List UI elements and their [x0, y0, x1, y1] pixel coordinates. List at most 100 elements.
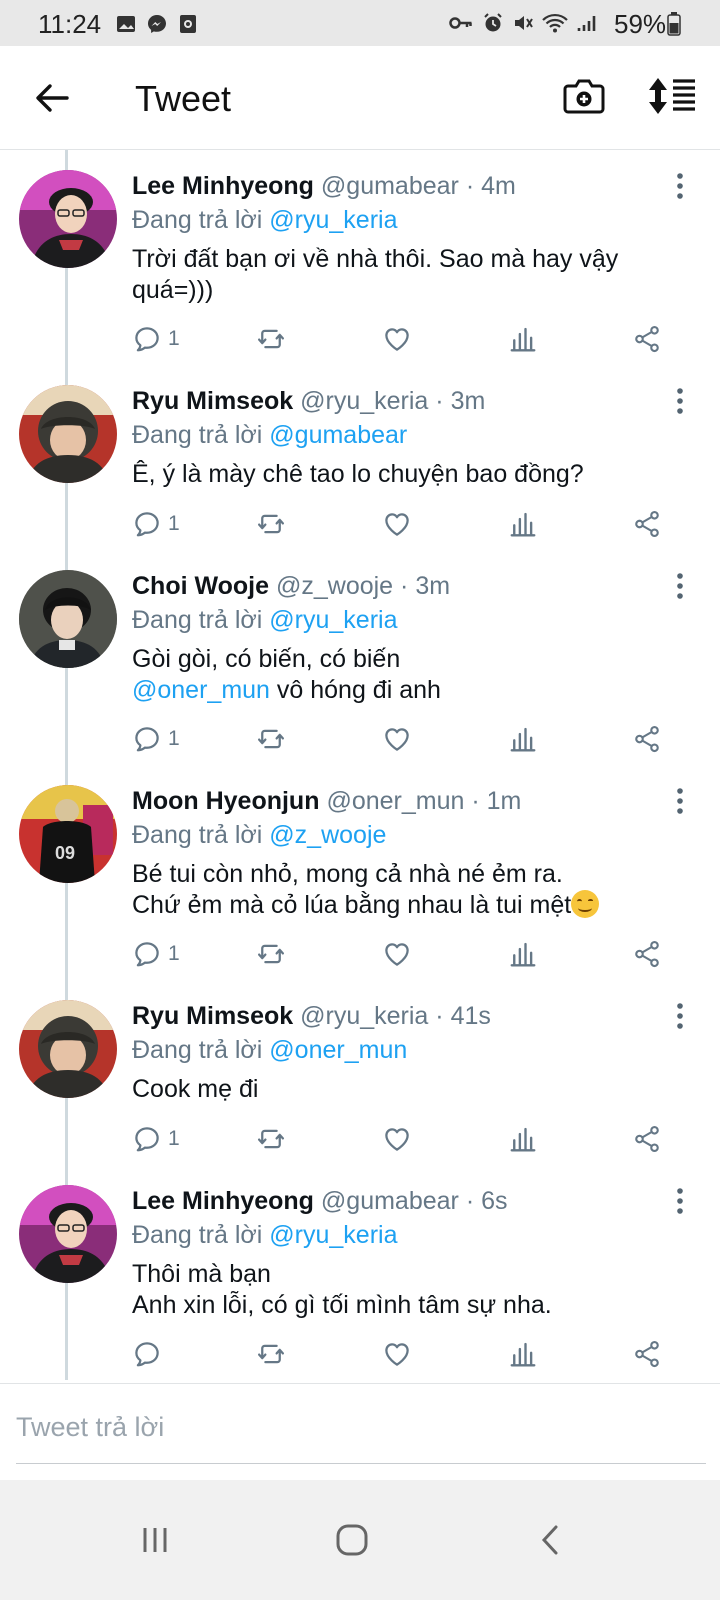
avatar[interactable] — [19, 170, 117, 268]
home-button[interactable] — [322, 1510, 382, 1570]
reply-button[interactable]: 1 — [132, 721, 180, 757]
like-button[interactable] — [382, 1336, 412, 1372]
stats-icon — [508, 939, 538, 969]
author-handle[interactable]: @z_wooje — [276, 572, 393, 600]
tweet-actions: 1 — [132, 321, 692, 357]
avatar[interactable] — [19, 385, 117, 483]
retweet-button[interactable] — [256, 1121, 286, 1157]
tweet-text-line: Gòi gòi, có biến, có biến — [132, 645, 401, 673]
reply-input[interactable] — [16, 1392, 706, 1464]
avatar[interactable] — [19, 1000, 117, 1098]
more-options-icon[interactable] — [668, 570, 692, 602]
camera-plus-icon[interactable] — [562, 74, 606, 118]
tweet-actions: 1 — [132, 506, 692, 542]
tweet[interactable]: Lee Minhyeong @gumabear · 6s Đang trả lờ… — [0, 1165, 720, 1380]
like-icon — [382, 324, 412, 354]
reply-to-mention[interactable]: @z_wooje — [269, 821, 386, 849]
share-button[interactable] — [632, 1336, 662, 1372]
retweet-button[interactable] — [256, 936, 286, 972]
status-time: 11:24 — [38, 9, 102, 39]
reply-button[interactable]: 1 — [132, 321, 180, 357]
tweet-text: Ê, ý là mày chê tao lo chuyện bao đồng? — [132, 460, 584, 488]
avatar[interactable]: 09 — [19, 785, 117, 883]
back-button[interactable] — [30, 76, 74, 120]
avatar[interactable] — [19, 570, 117, 668]
image-icon — [117, 16, 135, 32]
reply-to-mention[interactable]: @ryu_keria — [269, 1221, 397, 1249]
stats-button[interactable] — [508, 506, 538, 542]
retweet-button[interactable] — [256, 721, 286, 757]
reply-to-mention[interactable]: @oner_mun — [269, 1036, 407, 1064]
stats-button[interactable] — [508, 321, 538, 357]
reply-button[interactable]: 1 — [132, 936, 180, 972]
reply-to-mention[interactable]: @ryu_keria — [269, 606, 397, 634]
author-name[interactable]: Choi Wooje — [132, 572, 269, 600]
tweet-text-line: Chứ ẻm mà cỏ lúa bằng nhau là tui mệt — [132, 891, 572, 919]
author-name[interactable]: Lee Minhyeong — [132, 1187, 314, 1215]
share-button[interactable] — [632, 506, 662, 542]
author-handle[interactable]: @ryu_keria — [300, 387, 428, 415]
share-icon — [632, 939, 662, 969]
tweet[interactable]: 09 Moon Hyeonjun @oner_mun · 1m Đang trả… — [0, 765, 720, 980]
tweet[interactable]: Choi Wooje @z_wooje · 3m Đang trả lời @r… — [0, 550, 720, 765]
avatar[interactable] — [19, 1185, 117, 1283]
author-name[interactable]: Ryu Mimseok — [132, 1002, 293, 1030]
tweet[interactable]: Ryu Mimseok @ryu_keria · 3m Đang trả lời… — [0, 365, 720, 550]
stats-button[interactable] — [508, 936, 538, 972]
reply-to-label: Đang trả lời — [132, 821, 263, 849]
separator: · — [435, 387, 444, 415]
reply-button[interactable]: 1 — [132, 1121, 180, 1157]
reply-icon — [132, 1124, 162, 1154]
stats-button[interactable] — [508, 1336, 538, 1372]
like-button[interactable] — [382, 506, 412, 542]
author-handle[interactable]: @gumabear — [321, 1187, 459, 1215]
reply-button[interactable]: 1 — [132, 506, 180, 542]
author-name[interactable]: Ryu Mimseok — [132, 387, 293, 415]
retweet-icon — [256, 1124, 286, 1154]
reply-to-mention[interactable]: @gumabear — [269, 421, 407, 449]
retweet-button[interactable] — [256, 1336, 286, 1372]
share-button[interactable] — [632, 936, 662, 972]
battery-percent: 59% — [614, 9, 667, 39]
share-button[interactable] — [632, 1121, 662, 1157]
nav-back-button[interactable] — [520, 1510, 580, 1570]
reply-to: Đang trả lời @ryu_keria — [132, 606, 398, 635]
recent-apps-button[interactable] — [125, 1510, 185, 1570]
stats-button[interactable] — [508, 721, 538, 757]
tweet-time: 1m — [486, 787, 522, 815]
more-options-icon[interactable] — [668, 1000, 692, 1032]
share-button[interactable] — [632, 721, 662, 757]
author-name[interactable]: Lee Minhyeong — [132, 172, 314, 200]
like-button[interactable] — [382, 721, 412, 757]
tweet[interactable]: Ryu Mimseok @ryu_keria · 41s Đang trả lờ… — [0, 980, 720, 1165]
tweet-text: Cook mẹ đi — [132, 1075, 259, 1103]
more-options-icon[interactable] — [668, 785, 692, 817]
more-options-icon[interactable] — [668, 170, 692, 202]
more-options-icon[interactable] — [668, 385, 692, 417]
like-button[interactable] — [382, 321, 412, 357]
reply-to-label: Đang trả lời — [132, 606, 263, 634]
tweet-text: Bé tui còn nhỏ, mong cả nhà né ẻm ra. Chứ… — [132, 859, 692, 921]
author-handle[interactable]: @oner_mun — [326, 787, 464, 815]
author-name[interactable]: Moon Hyeonjun — [132, 787, 319, 815]
reply-to-mention[interactable]: @ryu_keria — [269, 206, 397, 234]
like-button[interactable] — [382, 1121, 412, 1157]
tweet-actions — [132, 1336, 692, 1372]
status-bar: 11:24 59% — [0, 0, 720, 46]
retweet-button[interactable] — [256, 321, 286, 357]
stats-button[interactable] — [508, 1121, 538, 1157]
reply-to: Đang trả lời @gumabear — [132, 421, 407, 450]
author-handle[interactable]: @gumabear — [321, 172, 459, 200]
more-options-icon[interactable] — [668, 1185, 692, 1217]
like-button[interactable] — [382, 936, 412, 972]
reply-button[interactable] — [132, 1336, 168, 1372]
retweet-button[interactable] — [256, 506, 286, 542]
tweet[interactable]: Lee Minhyeong @gumabear · 4m Đang trả lờ… — [0, 150, 720, 365]
app-header: Tweet — [0, 46, 720, 150]
separator: · — [400, 572, 409, 600]
smiling-emoji-icon — [571, 890, 600, 918]
author-handle[interactable]: @ryu_keria — [300, 1002, 428, 1030]
sort-icon[interactable] — [648, 74, 698, 118]
tweet-mention[interactable]: @oner_mun — [132, 676, 270, 704]
share-button[interactable] — [632, 321, 662, 357]
